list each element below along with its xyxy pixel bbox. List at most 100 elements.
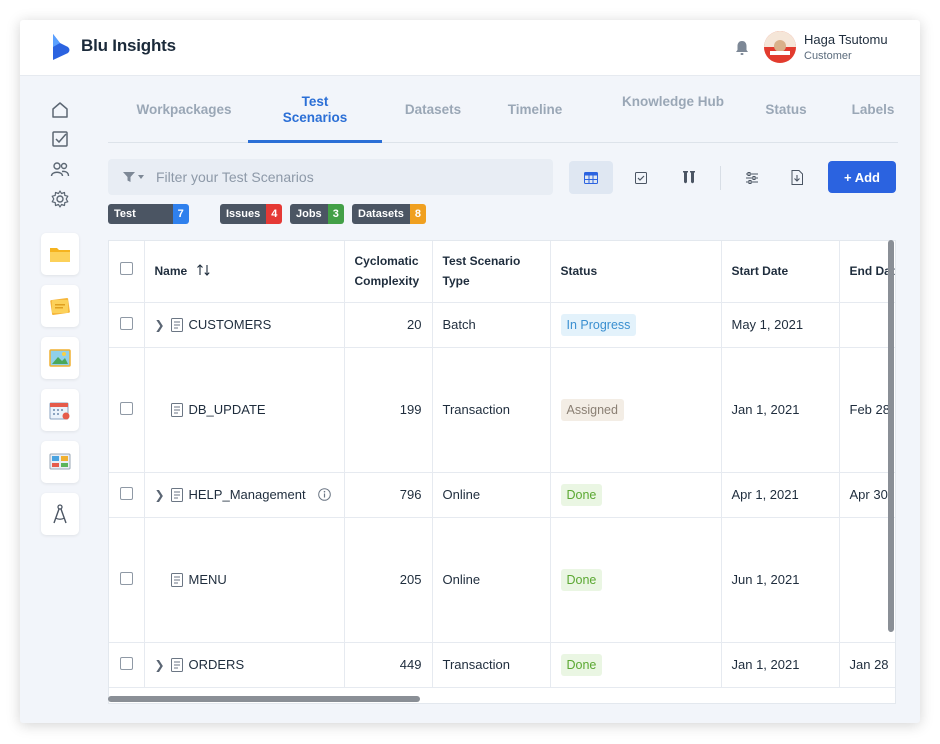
column-header-type[interactable]: Test Scenario Type (432, 241, 551, 303)
checkbox-view-icon (635, 171, 647, 184)
status-cell: Done (550, 517, 722, 643)
tab-labels[interactable]: Labels (838, 102, 908, 118)
badge-count: 4 (266, 204, 283, 224)
status-cell: In Progress (550, 302, 722, 348)
badge-jobs[interactable]: Jobs 3 (290, 204, 344, 224)
table-row[interactable]: ❯ CUSTOMERS 20 Batch In Progress May 1, 2021 (109, 302, 895, 348)
status-badge[interactable]: Done (560, 483, 603, 506)
tab-test-scenarios[interactable]: Test Scenarios (276, 94, 354, 126)
column-settings-button[interactable] (730, 161, 774, 194)
tab-workpackages[interactable]: Workpackages (122, 102, 246, 118)
row-checkbox[interactable] (119, 401, 133, 415)
notes-icon (50, 297, 70, 316)
column-header-name[interactable]: Name (144, 241, 345, 303)
complexity-cell: 205 (344, 517, 433, 643)
badge-label: Issues (220, 204, 267, 224)
filter-icon[interactable] (122, 171, 148, 183)
status-badge[interactable]: Assigned (560, 398, 624, 421)
row-checkbox[interactable] (119, 316, 133, 330)
sort-icon[interactable] (196, 264, 211, 277)
status-cell: Assigned (550, 347, 722, 473)
expand-chevron-icon[interactable]: ❯ (155, 318, 165, 332)
complexity-cell: 449 (344, 642, 433, 688)
column-label: Name (154, 264, 188, 279)
row-checkbox[interactable] (119, 571, 133, 585)
checklist-icon[interactable] (50, 129, 70, 149)
info-icon[interactable] (317, 488, 331, 501)
test-tubes-icon (683, 170, 695, 183)
row-select-cell (109, 347, 145, 473)
start-date-cell: Jun 1, 2021 (721, 517, 840, 643)
complexity-cell: 796 (344, 472, 433, 518)
badge-label: Datasets (352, 204, 410, 224)
user-name[interactable]: Haga Tsutomu (804, 32, 888, 47)
tab-knowledge-hub[interactable]: Knowledge Hub (622, 94, 724, 110)
table-row[interactable]: MENU 205 Online Done Jun 1, 2021 (109, 517, 895, 643)
start-date-cell: Apr 1, 2021 (721, 472, 840, 518)
tab-status[interactable]: Status (748, 102, 824, 118)
name-cell: ❯ HELP_Management (144, 472, 345, 518)
badge-datasets[interactable]: Datasets 8 (352, 204, 426, 224)
tab-datasets[interactable]: Datasets (397, 102, 469, 118)
status-badge[interactable]: Done (560, 568, 603, 591)
name-cell: ❯ CUSTOMERS (144, 302, 345, 348)
scenario-name[interactable]: ORDERS (189, 657, 245, 672)
row-checkbox[interactable] (119, 656, 133, 670)
column-header-status[interactable]: Status (550, 241, 722, 303)
name-cell: MENU (144, 517, 345, 643)
scenario-name[interactable]: DB_UPDATE (189, 402, 266, 417)
type-cell: Online (432, 517, 551, 643)
badge-issues[interactable]: Issues 4 (220, 204, 283, 224)
table-row[interactable]: DB_UPDATE 199 Transaction Assigned Jan 1, 20… (109, 347, 895, 473)
tab-timeline[interactable]: Timeline (499, 102, 571, 118)
filter-input[interactable] (156, 159, 546, 195)
table-row[interactable]: ❯ ORDERS 449 Transaction Done Jan 1, 2021 Jan … (109, 642, 895, 688)
users-icon[interactable] (50, 159, 70, 179)
checklist-view-button[interactable] (619, 161, 663, 194)
home-icon[interactable] (50, 100, 70, 120)
folder-tile[interactable] (41, 233, 79, 275)
vertical-scrollbar[interactable] (888, 240, 894, 632)
scenario-name[interactable]: CUSTOMERS (189, 317, 272, 332)
blu-insights-logo-icon[interactable] (50, 33, 72, 61)
row-checkbox[interactable] (119, 486, 133, 500)
badge-test-scenarios[interactable]: Test Scenarios 7 (108, 204, 189, 224)
table-row[interactable]: ❯ HELP_Management 796 Online Done Apr 1, 2021… (109, 472, 895, 518)
column-header-start-date[interactable]: Start Date (721, 241, 840, 303)
calendar-tile[interactable] (41, 389, 79, 431)
table-view-button[interactable] (569, 161, 613, 194)
name-cell: DB_UPDATE (144, 347, 345, 473)
horizontal-scrollbar[interactable] (108, 696, 420, 702)
dashboard-tile[interactable] (41, 441, 79, 483)
notes-tile[interactable] (41, 285, 79, 327)
expand-chevron-icon[interactable]: ❯ (155, 658, 165, 672)
status-badge[interactable]: Done (560, 653, 603, 676)
expand-chevron-icon[interactable]: ❯ (155, 488, 165, 502)
compass-tile[interactable] (41, 493, 79, 535)
complexity-cell: 199 (344, 347, 433, 473)
add-button[interactable]: + Add (828, 161, 896, 193)
bell-icon[interactable] (734, 39, 750, 57)
test-tubes-button[interactable] (667, 161, 711, 194)
export-button[interactable] (775, 161, 819, 194)
table-view-icon (584, 171, 598, 184)
gear-icon[interactable] (50, 189, 70, 209)
document-icon (170, 402, 183, 417)
scenario-name[interactable]: MENU (189, 572, 227, 587)
row-select-cell (109, 517, 145, 643)
scenario-name[interactable]: HELP_Management (189, 487, 306, 502)
filter-bar (108, 159, 553, 195)
end-date-cell: Jan 28 (839, 642, 895, 688)
image-tile[interactable] (41, 337, 79, 379)
compass-icon (53, 504, 67, 524)
select-all-checkbox[interactable] (119, 262, 133, 276)
dashboard-icon (49, 453, 71, 470)
status-badge[interactable]: In Progress (560, 313, 637, 336)
document-icon (170, 657, 183, 672)
select-all-cell (109, 241, 145, 303)
avatar[interactable] (764, 31, 796, 63)
type-cell: Batch (432, 302, 551, 348)
column-header-complexity[interactable]: Cyclomatic Complexity (344, 241, 433, 303)
table-header-row: Name Cyclomatic Complexity Test Scenario… (109, 241, 895, 303)
user-role: Customer (804, 50, 852, 62)
